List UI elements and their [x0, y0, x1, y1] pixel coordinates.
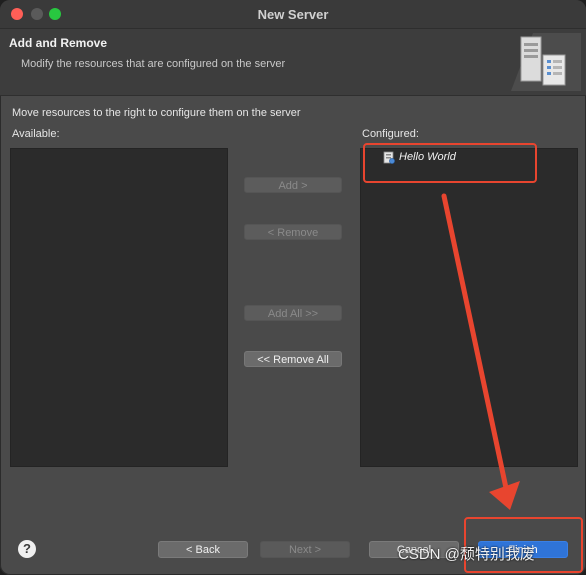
available-list[interactable]	[10, 148, 228, 467]
highlight-box-configured	[363, 143, 537, 183]
next-button[interactable]: Next >	[260, 541, 350, 558]
available-label: Available:	[12, 128, 60, 140]
watermark-text: CSDN @颓特别我废	[398, 546, 535, 563]
server-banner-icon	[511, 33, 581, 91]
wizard-header: Add and Remove Modify the resources that…	[0, 29, 586, 96]
remove-button[interactable]: < Remove	[244, 224, 342, 240]
help-icon[interactable]: ?	[18, 540, 36, 558]
configured-list[interactable]	[360, 148, 578, 467]
back-button[interactable]: < Back	[158, 541, 248, 558]
page-title: Add and Remove	[9, 36, 108, 50]
remove-all-button[interactable]: << Remove All	[244, 351, 342, 367]
configured-label: Configured:	[362, 128, 419, 140]
add-button[interactable]: Add >	[244, 177, 342, 193]
instruction-text: Move resources to the right to configure…	[12, 107, 301, 119]
new-server-dialog: New Server Add and Remove Modify the res…	[0, 0, 586, 575]
page-subtitle: Modify the resources that are configured…	[21, 58, 286, 70]
title-bar: New Server	[0, 0, 586, 29]
window-title: New Server	[257, 7, 329, 22]
add-all-button[interactable]: Add All >>	[244, 305, 342, 321]
